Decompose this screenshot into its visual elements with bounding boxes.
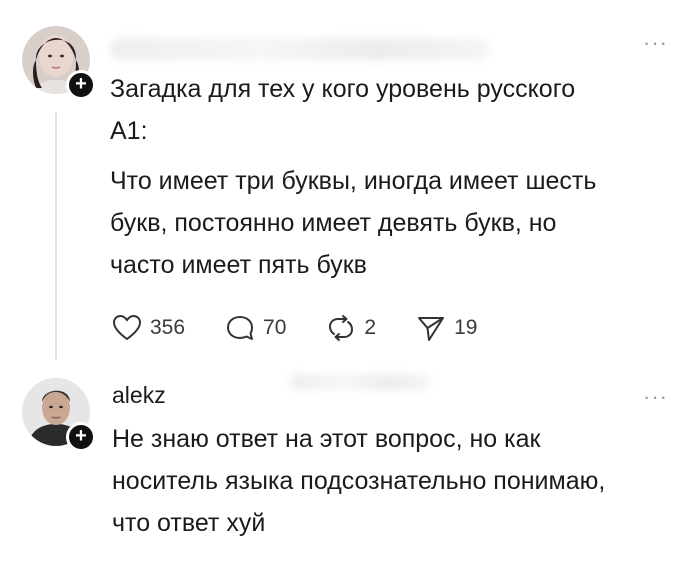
post-actions: 356 70 2 19 [112,314,517,342]
post-reply: + alekz ··· Не знаю ответ на этот вопрос… [0,360,700,568]
thread-line [55,112,57,360]
like-count: 356 [150,316,186,339]
post-original: + ··· Загадка для тех у кого уровень рус… [0,0,700,360]
repost-icon [329,315,354,341]
share-count: 19 [454,316,478,339]
reply-meta-blurred [290,374,430,390]
more-options-icon[interactable]: ··· [643,30,668,56]
comment-button[interactable]: 70 [225,314,286,342]
author-name-blurred [110,38,490,60]
share-button[interactable]: 19 [416,314,477,342]
heart-icon [112,314,142,341]
send-icon [418,317,445,341]
comment-bubble-icon [227,316,254,340]
more-options-icon[interactable]: ··· [643,384,668,410]
repost-count: 2 [364,316,377,339]
post-title-text: Загадка для тех у кого уровень русского … [110,75,576,145]
post-body-text: Что имеет три буквы, иногда имеет шесть … [110,167,597,279]
follow-plus-icon[interactable]: + [66,70,96,100]
like-button[interactable]: 356 [112,314,185,342]
comment-count: 70 [263,316,287,339]
repost-button[interactable]: 2 [326,314,376,342]
reply-username[interactable]: alekz [112,382,166,409]
reply-text: Не знаю ответ на этот вопрос, но как нос… [112,425,606,537]
follow-plus-icon[interactable]: + [66,422,96,452]
